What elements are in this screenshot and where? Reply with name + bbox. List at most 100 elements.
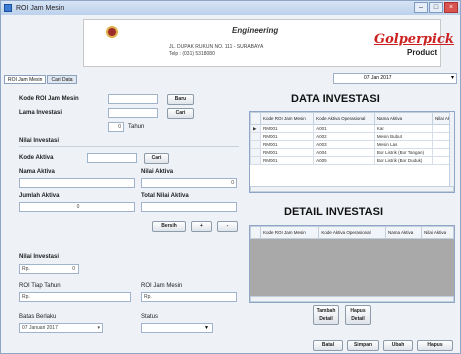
table-cell[interactable]: Kar [373, 124, 434, 133]
top-date-value: 07 Jan 2017 [364, 75, 392, 81]
tahun-input[interactable]: 0 [108, 122, 124, 132]
ubah-button[interactable]: Ubah [383, 340, 413, 351]
row-header [250, 148, 261, 157]
kode-roi-label: Kode ROI Jam Mesin [19, 96, 79, 102]
lama-investasi-label: Lama Investasi [19, 110, 63, 116]
hapus-button[interactable]: Hapus [417, 340, 453, 351]
row-header-corner [250, 112, 261, 125]
status-label: Status [141, 314, 159, 320]
kode-roi-input[interactable] [108, 94, 158, 104]
nilai-investasi-value: 0 [72, 266, 75, 272]
roi-tiap-tahun-input[interactable]: Rp. [19, 292, 131, 302]
calendar-dropdown-icon[interactable]: ▾ [97, 324, 100, 332]
table-cell[interactable]: A001 [313, 124, 375, 133]
row-header-corner [250, 226, 261, 239]
kode-aktiva-input[interactable] [87, 153, 137, 163]
col-header[interactable]: Nama Aktiva [385, 226, 423, 239]
top-date-picker[interactable]: 07 Jan 2017 ▾ [333, 73, 457, 84]
vertical-scrollbar[interactable] [449, 112, 454, 188]
nilai-investasi-prefix: Rp. [22, 266, 30, 272]
total-nilai-aktiva-label: Total Nilai Aktiva [141, 193, 189, 199]
batas-berlaku-picker[interactable]: 07 Januari 2017 ▾ [19, 323, 103, 333]
minimize-button[interactable]: – [414, 2, 428, 13]
col-header[interactable]: Nama Aktiva [373, 112, 434, 125]
cari-button-1[interactable]: Cari [167, 108, 194, 119]
title-bar: ROI Jam Mesin – □ × [1, 1, 460, 15]
app-icon [4, 4, 12, 12]
col-header[interactable]: Nilai Aktiva [421, 226, 454, 239]
form-panel: Kode ROI Jam Mesin Baru Lama Investasi C… [7, 89, 247, 351]
table-cell[interactable]: RM001 [259, 140, 315, 149]
nilai-investasi-input[interactable]: Rp. 0 [19, 264, 79, 274]
total-nilai-aktiva-input[interactable] [141, 202, 237, 212]
kode-aktiva-label: Kode Aktiva [19, 155, 54, 161]
jumlah-aktiva-label: Jumlah Aktiva [19, 193, 60, 199]
table-row[interactable]: RM001 A005 Bor Listrik (Bor Duduk) [250, 156, 454, 165]
detail-investasi-grid[interactable]: Kode ROI Jam Mesin Kode Aktiva Operasion… [249, 225, 455, 303]
col-header[interactable]: Kode ROI Jam Mesin [259, 112, 315, 125]
table-row[interactable]: ▶ RM001 A001 Kar [250, 124, 454, 133]
app-window: ROI Jam Mesin – □ × Engineering JL. DUPA… [0, 0, 461, 354]
table-cell[interactable]: RM001 [259, 156, 315, 165]
nilai-investasi-label: Nilai Investasi [19, 254, 60, 260]
horizontal-scrollbar[interactable] [250, 296, 454, 302]
tahun-label: Tahun [128, 124, 145, 130]
nilai-aktiva-input[interactable]: 0 [141, 178, 237, 188]
row-header [250, 156, 261, 165]
row-header [250, 140, 261, 149]
nama-aktiva-label: Nama Aktiva [19, 169, 55, 175]
data-investasi-grid[interactable]: Kode ROI Jam Mesin Kode Aktiva Operasion… [249, 111, 455, 193]
table-row[interactable]: RM001 A002 Mesin Bubut [250, 132, 454, 141]
lama-investasi-input[interactable] [108, 108, 158, 118]
tab-strip: ROI Jam Mesin Cari Data [4, 75, 78, 84]
brand-logo: Golperpick [374, 32, 454, 47]
col-header[interactable]: Kode ROI Jam Mesin [259, 226, 320, 239]
tambah-detail-button[interactable]: Tambah Detail [313, 305, 339, 325]
hapus-detail-button[interactable]: Hapus Detail [345, 305, 371, 325]
table-cell[interactable]: Bor Listrik (Bor Tangan) [373, 148, 434, 157]
table-cell[interactable]: A002 [313, 132, 375, 141]
table-cell[interactable]: Mesin Bubut [373, 132, 434, 141]
table-cell[interactable]: RM001 [259, 148, 315, 157]
status-select[interactable]: ▼ [141, 323, 213, 333]
table-cell[interactable]: A005 [313, 156, 375, 165]
table-row[interactable]: RM001 A004 Bor Listrik (Bor Tangan) [250, 148, 454, 157]
cari-button-2[interactable]: Cari [144, 153, 169, 164]
table-cell[interactable]: A003 [313, 140, 375, 149]
bersih-button[interactable]: Bersih [152, 221, 186, 232]
table-cell[interactable]: Bor Listrik (Bor Duduk) [373, 156, 434, 165]
engineering-text: Engineering [232, 26, 279, 35]
table-cell[interactable]: Mesin Las [373, 140, 434, 149]
roi-jam-mesin-input[interactable]: Rp. [141, 292, 237, 302]
detail-investasi-title: DETAIL INVESTASI [284, 206, 384, 218]
close-button[interactable]: × [444, 2, 458, 13]
horizontal-scrollbar[interactable] [250, 186, 454, 192]
nilai-aktiva-label: Nilai Aktiva [141, 169, 174, 175]
product-text: Product [407, 48, 438, 57]
remove-button[interactable]: - [217, 221, 238, 232]
batas-berlaku-value: 07 Januari 2017 [22, 325, 58, 331]
row-header [250, 132, 261, 141]
nilai-investasi-header: Nilai Investasi [19, 138, 60, 144]
table-cell[interactable]: RM001 [259, 124, 315, 133]
maximize-button[interactable]: □ [429, 2, 443, 13]
roi-jam-mesin-label: ROI Jam Mesin [141, 283, 183, 289]
batal-button[interactable]: Batal [313, 340, 343, 351]
company-banner: Engineering JL. DUPAK RUKUN NO. 111 - SU… [83, 19, 454, 67]
table-cell[interactable]: A004 [313, 148, 375, 157]
add-button[interactable]: + [191, 221, 212, 232]
jumlah-aktiva-input[interactable]: 0 [19, 202, 135, 212]
col-header[interactable]: Kode Aktiva Operasional [318, 226, 387, 239]
tab-roi-jam-mesin[interactable]: ROI Jam Mesin [4, 75, 47, 84]
simpan-button[interactable]: Simpan [347, 340, 379, 351]
table-cell[interactable]: RM001 [259, 132, 315, 141]
baru-button[interactable]: Baru [167, 94, 194, 105]
tab-cari-data[interactable]: Cari Data [47, 75, 77, 84]
roi-tiap-tahun-label: ROI Tiap Tahun [19, 283, 61, 289]
col-header[interactable]: Kode Aktiva Operasional [313, 112, 375, 125]
calendar-dropdown-icon[interactable]: ▾ [451, 74, 454, 83]
nama-aktiva-input[interactable] [19, 178, 135, 188]
divider [19, 146, 239, 147]
company-logo-icon [106, 26, 118, 38]
table-row[interactable]: RM001 A003 Mesin Las [250, 140, 454, 149]
